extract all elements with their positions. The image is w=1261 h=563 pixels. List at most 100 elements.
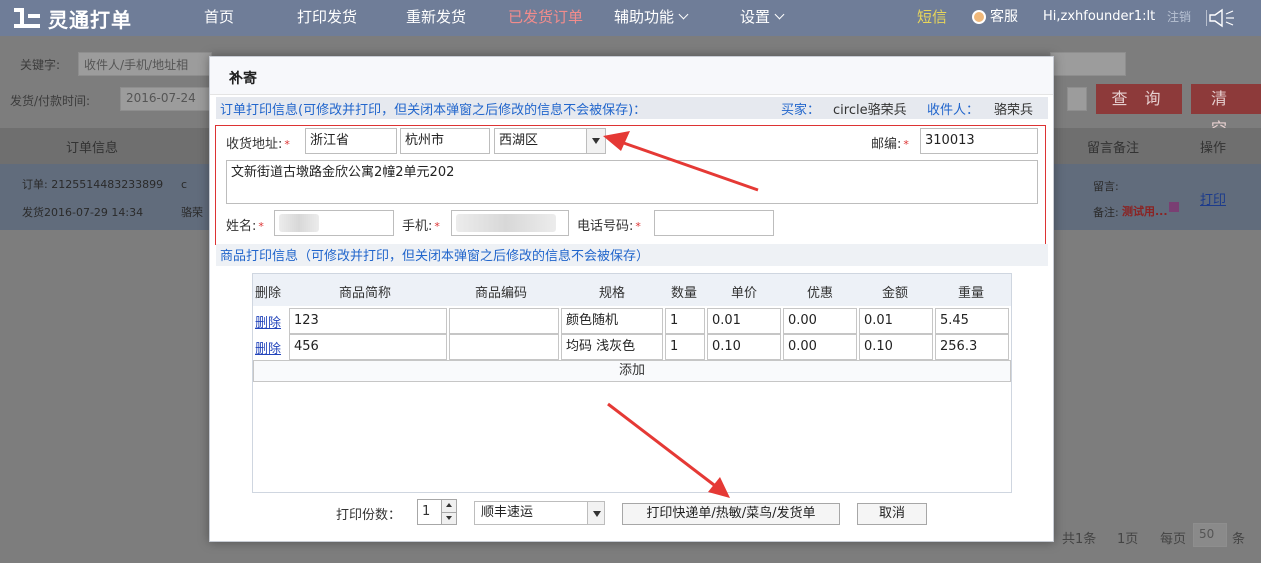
buyer-value: circle骆荣兵 (833, 103, 907, 118)
per-page-input[interactable]: 50 (1193, 523, 1227, 547)
district-value: 西湖区 (499, 133, 539, 148)
goods-name-field[interactable]: 456 (289, 334, 447, 360)
goods-name-field[interactable]: 123 (289, 308, 447, 334)
zip-field[interactable]: 310013 (920, 128, 1038, 154)
print-waybill-button[interactable]: 打印快递单/热敏/菜鸟/发货单 (622, 503, 840, 525)
copies-stepper[interactable]: 1 (417, 499, 457, 525)
per-page-label: 每页 (1160, 532, 1187, 547)
keyword-input[interactable]: 收件人/手机/地址相 (78, 52, 212, 76)
col-spec: 规格 (599, 286, 626, 301)
mobile-label-text: 手机: (402, 219, 433, 234)
keyword-input-extra[interactable] (1050, 52, 1126, 76)
courier-value: 顺丰速运 (481, 505, 534, 520)
service-link[interactable]: 客服 (972, 0, 1018, 34)
col-name: 商品简称 (339, 286, 392, 301)
nav-settings[interactable]: 设置 (740, 0, 785, 36)
cancel-button[interactable]: 取消 (857, 503, 927, 525)
delete-row-link[interactable]: 删除 (255, 338, 281, 357)
address-label-text: 收货地址: (226, 137, 283, 152)
province-field[interactable]: 浙江省 (305, 128, 397, 154)
col-weight: 重量 (958, 286, 985, 301)
col-remark: 留言备注 (1087, 141, 1140, 156)
zip-label-text: 邮编: (871, 137, 902, 152)
col-price: 单价 (731, 286, 758, 301)
nav-print-ship[interactable]: 打印发货 (297, 0, 357, 36)
order-number: 订单: 2125514483233899 (22, 178, 164, 191)
speaker-icon[interactable] (1206, 8, 1236, 28)
chevron-down-icon[interactable] (587, 502, 604, 524)
goods-weight-field[interactable]: 256.3 (935, 334, 1009, 360)
goods-code-field[interactable] (449, 308, 559, 334)
copies-value: 1 (422, 504, 431, 519)
dialog-header: 补寄 ✕ (210, 57, 1053, 95)
nav-shipped-orders[interactable]: 已发货订单 (508, 0, 583, 36)
phone-label-text: 电话号码: (577, 219, 634, 234)
col-order-info: 订单信息 (66, 141, 119, 156)
required-mark: * (635, 220, 641, 233)
redacted-value (279, 214, 319, 232)
city-field[interactable]: 杭州市 (400, 128, 490, 154)
goods-table: 删除 商品简称 商品编码 规格 数量 单价 优惠 金额 重量 删除 123 颜色… (252, 273, 1012, 493)
clear-button[interactable]: 清 空 (1191, 84, 1261, 138)
customer-name-frag: 骆荣 (181, 206, 203, 219)
goods-spec-field[interactable]: 均码 浅灰色 (561, 334, 663, 360)
receiver-label: 收件人： (927, 103, 980, 118)
name-field[interactable] (274, 210, 394, 236)
goods-code-field[interactable] (449, 334, 559, 360)
stepper-up-icon[interactable] (441, 500, 456, 512)
app-logo[interactable]: 灵通打单 (14, 5, 132, 32)
print-link[interactable]: 打印 (1200, 189, 1226, 208)
redacted-value (456, 214, 556, 232)
goods-qty-field[interactable]: 1 (665, 308, 705, 334)
goods-price-field[interactable]: 0.01 (707, 308, 781, 334)
chevron-down-icon (678, 9, 689, 20)
goods-qty-field[interactable]: 1 (665, 334, 705, 360)
goods-section-title: 商品打印信息（可修改并打印，但关闭本弹窗之后修改的信息不会被保存） (220, 249, 650, 264)
chevron-down-icon[interactable] (586, 129, 605, 153)
delete-row-link[interactable]: 删除 (255, 312, 281, 331)
stepper-down-icon[interactable] (441, 512, 456, 524)
col-amount: 金额 (882, 286, 909, 301)
address-detail-field[interactable]: 文新街道古墩路金欣公寓2幢2单元202 (226, 160, 1038, 204)
add-goods-button[interactable]: 添加 (253, 360, 1011, 382)
buyer-label: 买家： (781, 103, 821, 118)
note-value: 测试用... (1122, 205, 1168, 218)
logout-link[interactable]: 注销 (1167, 0, 1191, 34)
date-input[interactable]: 2016-07-24 (120, 87, 210, 111)
service-label: 客服 (990, 9, 1018, 25)
nav-settings-label: 设置 (740, 8, 771, 26)
receiver-value: 骆荣兵 (994, 103, 1034, 118)
goods-spec-field[interactable]: 颜色随机 (561, 308, 663, 334)
logo-text: 灵通打单 (48, 7, 132, 32)
nav-reship[interactable]: 重新发货 (406, 0, 466, 36)
top-navbar: 灵通打单 首页 打印发货 重新发货 已发货订单 辅助功能 设置 短信 客服 Hi… (0, 0, 1261, 36)
query-button[interactable]: 查 询 (1096, 84, 1182, 114)
bg-select-toggle[interactable] (1067, 87, 1087, 111)
order-info-header: 订单打印信息(可修改并打印，但关闭本弹窗之后修改的信息不会被保存)： 买家： c… (216, 97, 1048, 119)
close-icon[interactable]: ✕ (229, 68, 241, 84)
goods-amount-field[interactable]: 0.10 (859, 334, 933, 360)
col-action: 操作 (1200, 141, 1227, 156)
required-mark: * (284, 138, 290, 151)
goods-discount-field[interactable]: 0.00 (783, 308, 857, 334)
goods-weight-field[interactable]: 5.45 (935, 308, 1009, 334)
goods-discount-field[interactable]: 0.00 (783, 334, 857, 360)
keyword-label: 关键字: (20, 58, 61, 72)
nav-home[interactable]: 首页 (204, 0, 234, 36)
user-greeting: Hi,zxhfounder1:lt (1043, 9, 1156, 24)
nav-tools[interactable]: 辅助功能 (614, 0, 689, 36)
courier-select[interactable]: 顺丰速运 (474, 501, 605, 525)
col-code: 商品编码 (475, 286, 528, 301)
name-label-text: 姓名: (226, 219, 257, 234)
mobile-field[interactable] (451, 210, 569, 236)
phone-field[interactable] (654, 210, 774, 236)
address-label: 收货地址: * (226, 133, 290, 152)
district-select[interactable]: 西湖区 (494, 128, 606, 154)
flag-icon[interactable] (1169, 202, 1179, 212)
sms-link[interactable]: 短信 (917, 0, 947, 34)
goods-amount-field[interactable]: 0.01 (859, 308, 933, 334)
goods-price-field[interactable]: 0.10 (707, 334, 781, 360)
phone-label: 电话号码: * (577, 215, 641, 234)
zip-label: 邮编: * (871, 133, 909, 152)
date-label: 发货/付款时间: (10, 94, 91, 108)
